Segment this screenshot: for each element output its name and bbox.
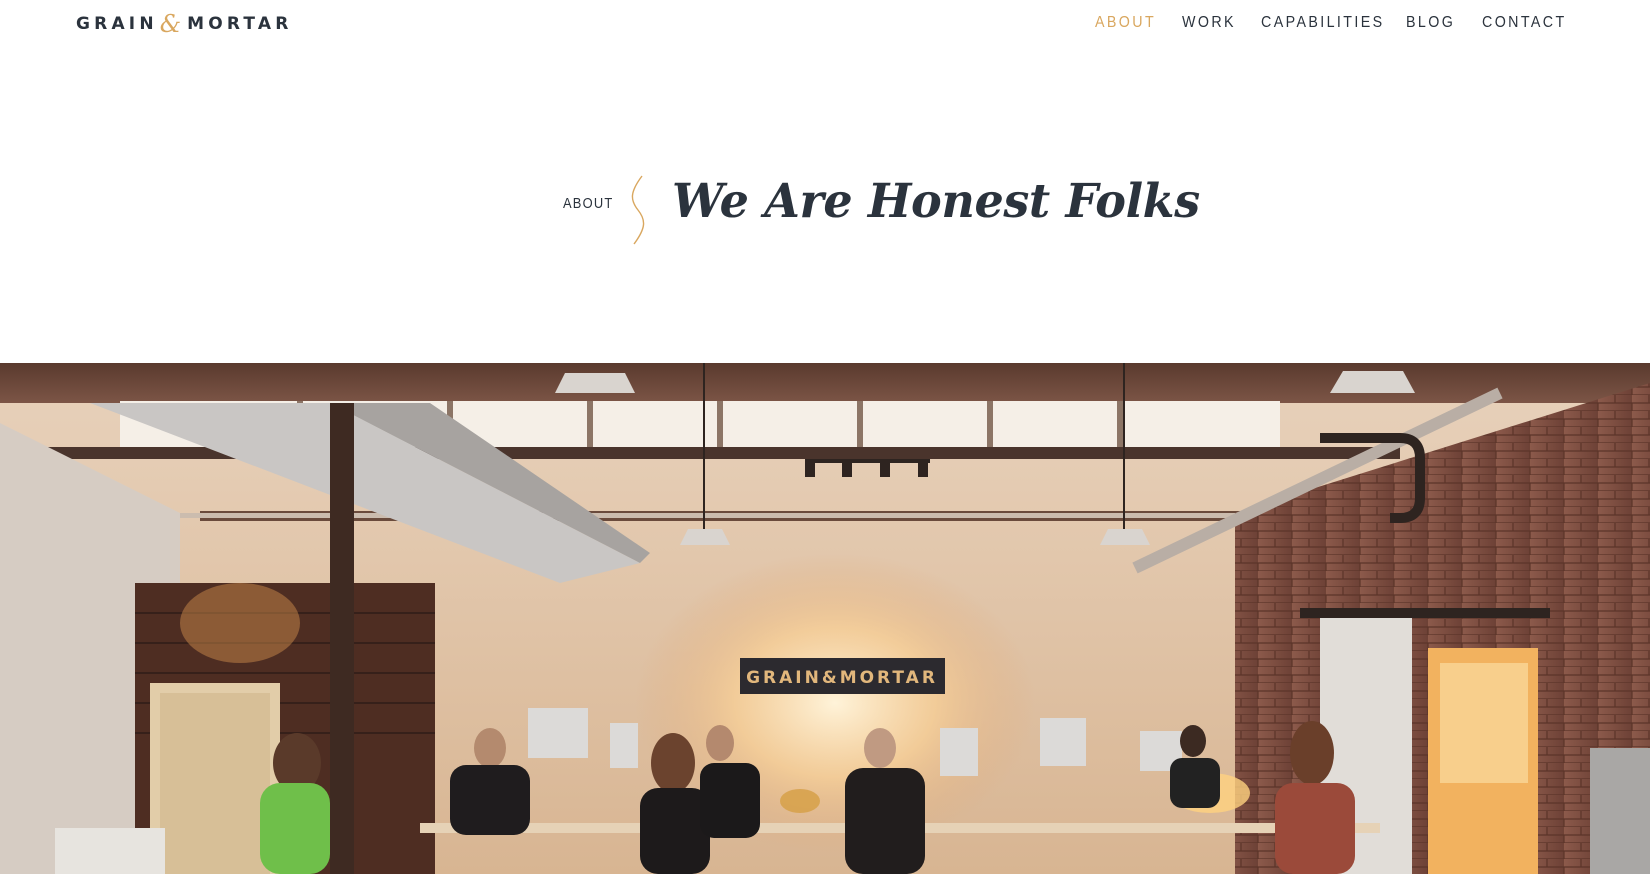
nav-item-blog[interactable]: BLOG <box>1406 14 1455 32</box>
office-photo: GRAIN&MORTAR <box>0 363 1650 874</box>
office-scene-image: GRAIN&MORTAR <box>0 363 1650 874</box>
main-nav: ABOUT WORK CAPABILITIES BLOG CONTACT <box>0 14 1650 34</box>
about-page: GRAIN & MORTAR ABOUT WORK CAPABILITIES B… <box>0 0 1650 874</box>
office-sign: GRAIN&MORTAR <box>746 668 938 688</box>
nav-item-contact[interactable]: CONTACT <box>1482 14 1567 32</box>
page-title: We Are Honest Folks <box>672 174 1200 229</box>
section-kicker: ABOUT <box>563 195 614 212</box>
site-header: GRAIN & MORTAR ABOUT WORK CAPABILITIES B… <box>0 0 1650 48</box>
wave-divider-icon <box>631 175 645 245</box>
nav-item-about[interactable]: ABOUT <box>1095 14 1156 32</box>
nav-item-work[interactable]: WORK <box>1182 14 1236 32</box>
nav-item-capabilities[interactable]: CAPABILITIES <box>1261 14 1385 32</box>
